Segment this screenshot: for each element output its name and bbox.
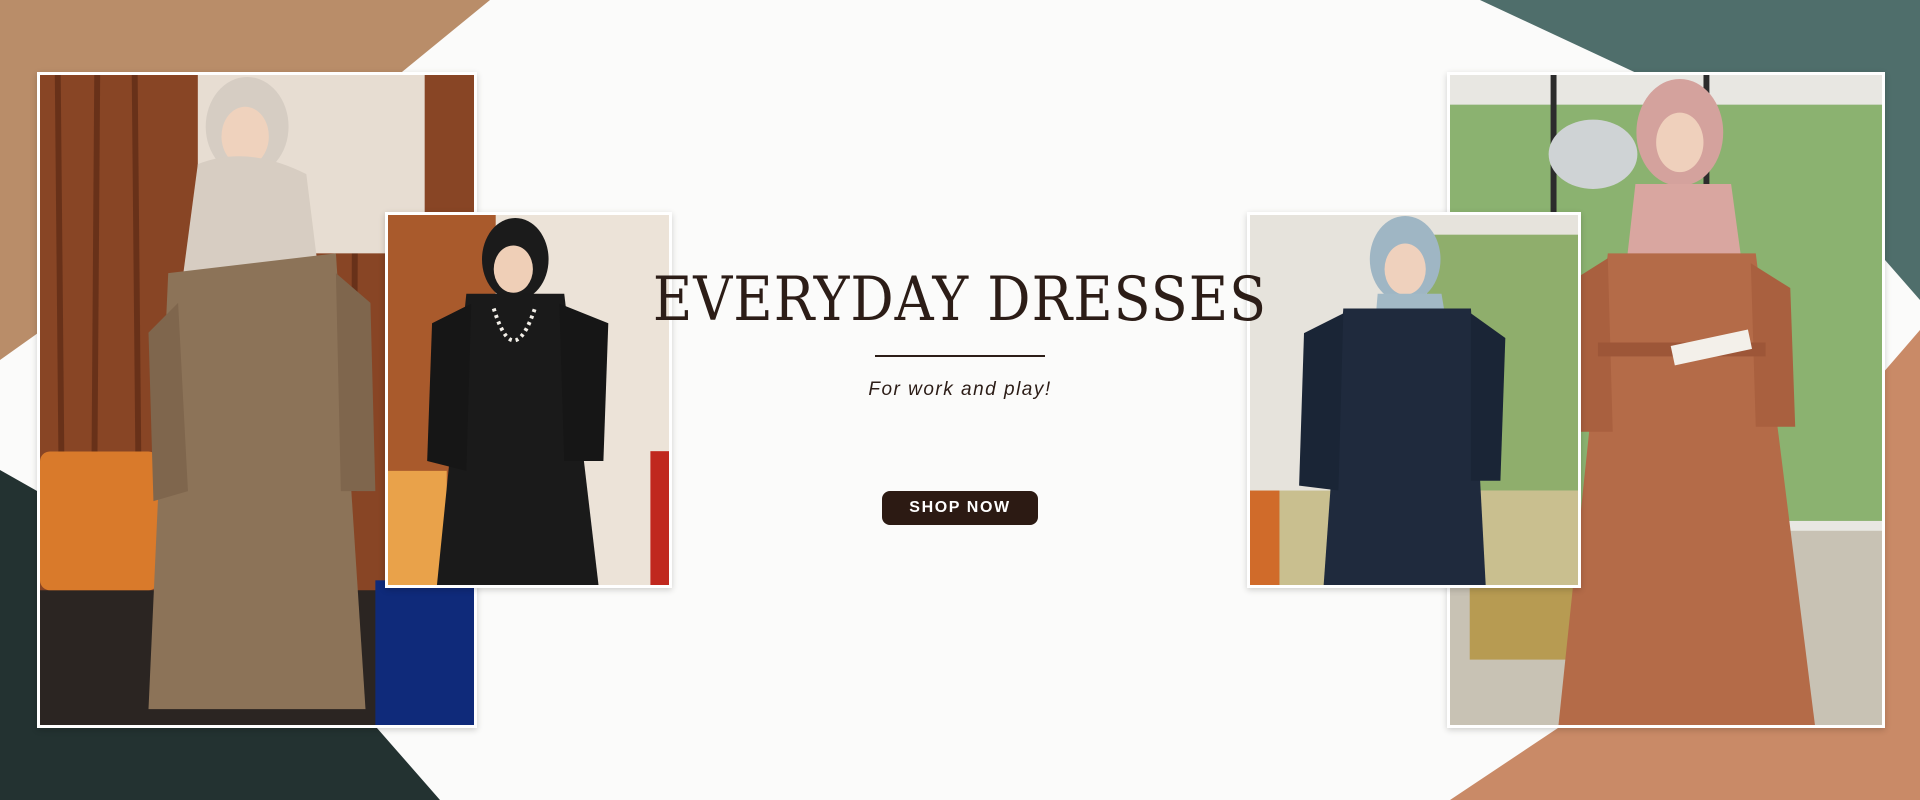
model-black-dress-photo[interactable] bbox=[385, 212, 672, 588]
shop-now-button[interactable]: SHOP NOW bbox=[882, 491, 1038, 526]
hero-content: EVERYDAY DRESSES For work and play! SHOP… bbox=[640, 266, 1280, 526]
subline: For work and play! bbox=[868, 379, 1052, 401]
headline-divider bbox=[875, 355, 1045, 358]
hero-banner[interactable]: EVERYDAY DRESSES For work and play! SHOP… bbox=[0, 0, 1920, 800]
headline: EVERYDAY DRESSES bbox=[652, 264, 1268, 335]
model-navy-dress-photo[interactable] bbox=[1247, 212, 1581, 588]
